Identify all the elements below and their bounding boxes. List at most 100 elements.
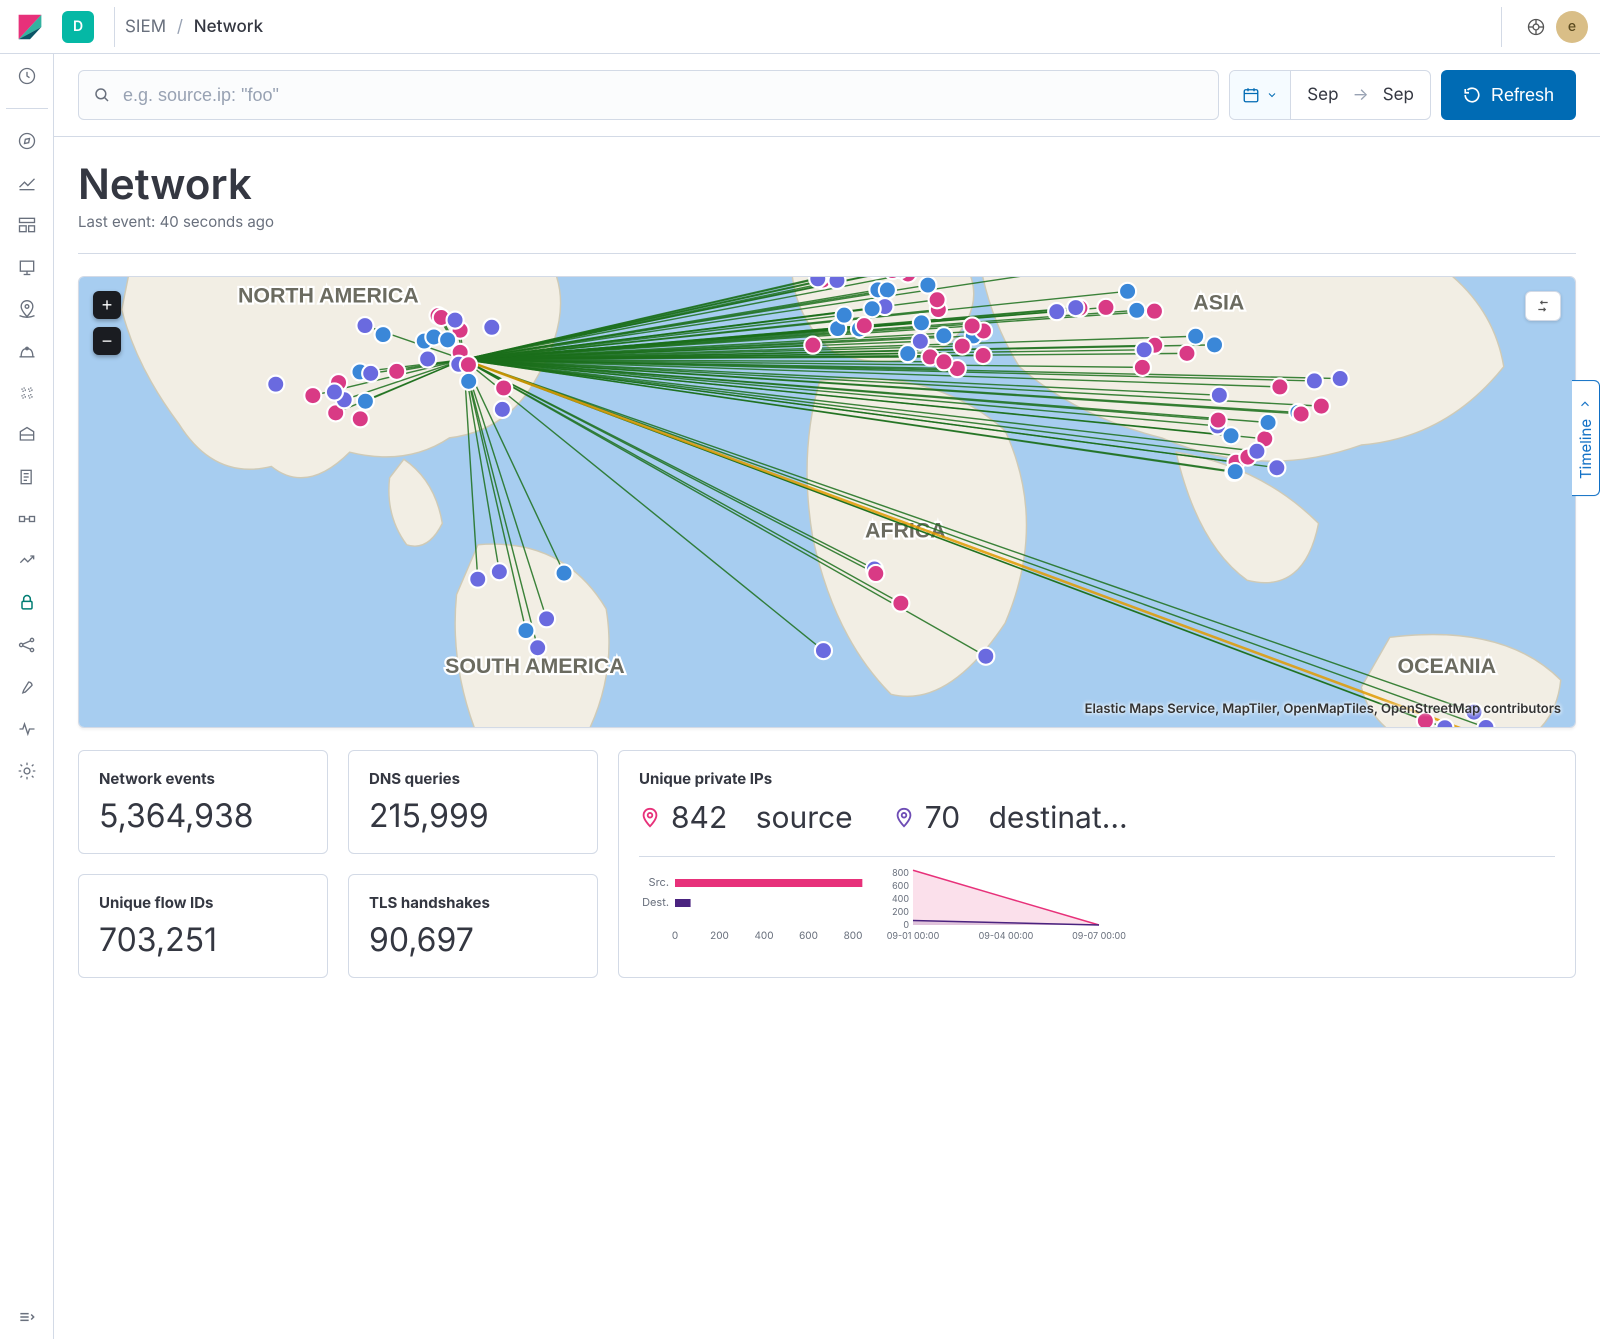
map-label-asia: ASIA — [1193, 291, 1244, 315]
kibana-logo[interactable] — [16, 13, 44, 41]
page-subtitle: Last event: 40 seconds ago — [78, 212, 1576, 231]
ip-source: 842 source — [639, 800, 853, 836]
nav-visualize-icon[interactable] — [15, 171, 39, 195]
map-attribution: Elastic Maps Service, MapTiler, OpenMapT… — [1085, 701, 1561, 717]
chevron-down-icon — [1266, 89, 1278, 101]
separator — [78, 253, 1576, 254]
map-label-sa: SOUTH AMERICA — [445, 654, 625, 678]
side-nav — [0, 54, 54, 1339]
nav-collapse-icon[interactable] — [15, 1305, 39, 1329]
nav-dashboard-icon[interactable] — [15, 213, 39, 237]
nav-siem-icon[interactable] — [15, 591, 39, 615]
stat-label: Unique private IPs — [639, 769, 1555, 788]
nav-graph-icon[interactable] — [15, 633, 39, 657]
stat-value: 90,697 — [369, 920, 577, 959]
user-avatar[interactable]: e — [1556, 11, 1588, 43]
top-chrome: D SIEM / Network e — [0, 0, 1600, 54]
space-initial: D — [73, 18, 83, 35]
refresh-icon — [1463, 86, 1481, 104]
separator — [6, 108, 48, 109]
avatar-initial: e — [1568, 18, 1576, 35]
search-input[interactable] — [121, 84, 1204, 107]
svg-text:400: 400 — [892, 894, 909, 905]
timeline-label: Timeline — [1576, 419, 1595, 479]
svg-text:0: 0 — [672, 930, 678, 942]
date-to: Sep — [1383, 85, 1414, 105]
stat-label: TLS handshakes — [369, 893, 577, 912]
chevron-down-icon — [1579, 397, 1593, 411]
svg-text:09-07 00:00: 09-07 00:00 — [1072, 931, 1126, 942]
stat-unique-flow-ids: Unique flow IDs 703,251 — [78, 874, 328, 978]
svg-text:800: 800 — [892, 868, 909, 879]
stat-tls-handshakes: TLS handshakes 90,697 — [348, 874, 598, 978]
map-layers-button[interactable] — [1525, 291, 1561, 321]
svg-text:400: 400 — [754, 930, 773, 942]
date-quick-select[interactable] — [1230, 71, 1291, 119]
ip-destination: 70 destinat… — [893, 800, 1555, 836]
timeline-flyout-tab[interactable]: Timeline — [1572, 380, 1600, 496]
date-from: Sep — [1307, 85, 1338, 105]
svg-text:0: 0 — [903, 920, 909, 931]
stat-label: Network events — [99, 769, 307, 788]
ip-dest-label: destinat… — [989, 800, 1128, 836]
map-zoom-controls: + − — [93, 291, 121, 355]
nav-metrics-icon[interactable] — [15, 549, 39, 573]
page-title: Network — [78, 159, 1576, 210]
nav-apm-icon[interactable] — [15, 465, 39, 489]
stat-value: 703,251 — [99, 920, 307, 959]
nav-uptime-icon[interactable] — [15, 507, 39, 531]
stat-dns-queries: DNS queries 215,999 — [348, 750, 598, 854]
breadcrumb-current: Network — [194, 17, 263, 37]
date-range[interactable]: Sep → Sep — [1291, 85, 1430, 105]
svg-text:Dest.: Dest. — [642, 895, 669, 909]
svg-text:09-01 00:00: 09-01 00:00 — [887, 931, 940, 942]
svg-text:200: 200 — [892, 907, 909, 918]
nav-ml-icon[interactable] — [15, 339, 39, 363]
zoom-out-button[interactable]: − — [93, 327, 121, 355]
breadcrumb: SIEM / Network — [125, 17, 263, 37]
breadcrumb-root[interactable]: SIEM — [125, 17, 166, 37]
nav-canvas-icon[interactable] — [15, 255, 39, 279]
stat-value: 5,364,938 — [99, 796, 307, 835]
svg-text:600: 600 — [892, 881, 909, 892]
zoom-in-button[interactable]: + — [93, 291, 121, 319]
nav-management-icon[interactable] — [15, 759, 39, 783]
nav-logs-icon[interactable] — [15, 423, 39, 447]
stat-label: Unique flow IDs — [99, 893, 307, 912]
refresh-button[interactable]: Refresh — [1441, 70, 1576, 120]
nav-maps-icon[interactable] — [15, 297, 39, 321]
search-icon — [93, 86, 111, 104]
arrow-right-icon: → — [1353, 85, 1369, 105]
stat-label: DNS queries — [369, 769, 577, 788]
pin-icon — [893, 807, 915, 829]
layers-icon — [1534, 299, 1552, 313]
map-label-na: NORTH AMERICA — [238, 284, 419, 308]
stat-network-events: Network events 5,364,938 — [78, 750, 328, 854]
pin-icon — [639, 807, 661, 829]
space-selector[interactable]: D — [62, 11, 94, 43]
nav-recent-icon[interactable] — [15, 64, 39, 88]
breadcrumb-sep: / — [177, 17, 183, 37]
nav-discover-icon[interactable] — [15, 129, 39, 153]
nav-monitoring-icon[interactable] — [15, 717, 39, 741]
date-picker[interactable]: Sep → Sep — [1229, 70, 1431, 120]
svg-text:Src.: Src. — [649, 875, 669, 889]
calendar-icon — [1242, 86, 1260, 104]
map-label-oceania: OCEANIA — [1398, 654, 1497, 678]
nav-devtools-icon[interactable] — [15, 675, 39, 699]
mini-area-chart: 020040060080009-01 00:0009-04 00:0009-07… — [885, 871, 1105, 941]
svg-text:200: 200 — [710, 930, 729, 942]
stat-value: 215,999 — [369, 796, 577, 835]
stat-unique-private-ips: Unique private IPs 842 source 70 destina… — [618, 750, 1576, 978]
separator — [1501, 7, 1502, 47]
svg-text:600: 600 — [799, 930, 818, 942]
query-bar: Sep → Sep Refresh — [54, 54, 1600, 137]
separator — [114, 7, 115, 47]
search-input-wrap[interactable] — [78, 70, 1219, 120]
nav-infra-icon[interactable] — [15, 381, 39, 405]
network-map[interactable]: NORTH AMERICA SOUTH AMERICA AFRICA ASIA … — [78, 276, 1576, 728]
ip-dest-count: 70 — [925, 800, 960, 836]
help-icon[interactable] — [1516, 7, 1556, 47]
mini-bar-chart: Src.Dest.0200400600800 — [639, 871, 859, 941]
main-content: Sep → Sep Refresh Network Last event: 40… — [54, 54, 1600, 1339]
